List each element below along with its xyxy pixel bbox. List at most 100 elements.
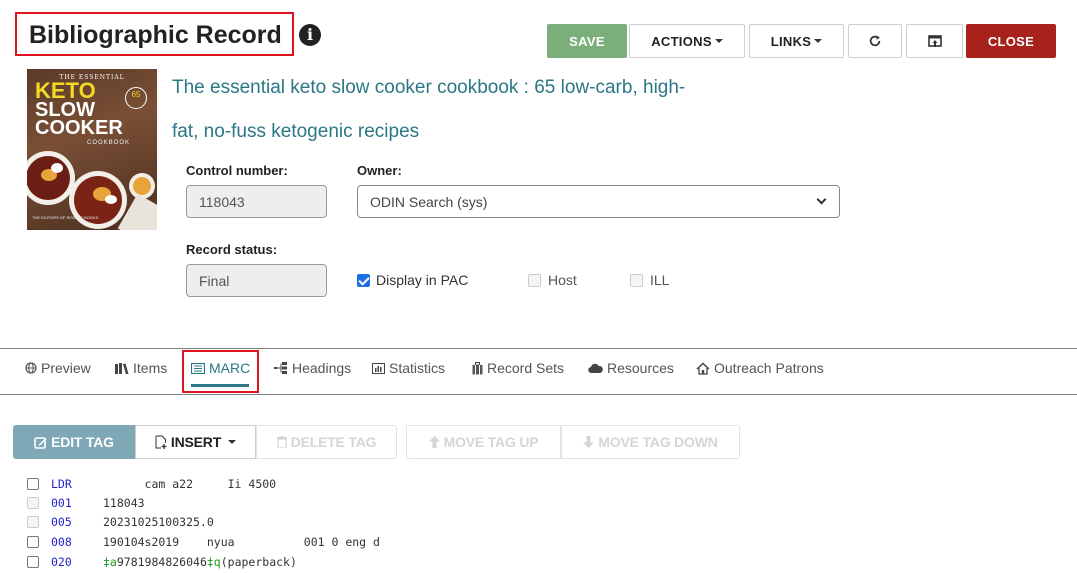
marc-tag: 020 [51, 554, 72, 569]
marc-value: 190104s2019 nyua 001 0 eng d [103, 534, 380, 549]
close-label: CLOSE [987, 33, 1035, 49]
marc-row-008: 008 190104s2019 nyua 001 0 eng d [27, 532, 380, 551]
save-button[interactable]: SAVE [547, 24, 627, 58]
subfield-code: ‡q [206, 554, 221, 569]
tab-label: Headings [292, 360, 352, 376]
book-cover-image: THE ESSENTIAL KETO SLOW COOKER COOKBOOK … [27, 69, 157, 230]
marc-row-checkbox[interactable] [27, 555, 39, 568]
edit-tag-label: EDIT TAG [51, 434, 114, 450]
briefcase-icon [472, 361, 483, 374]
arrow-up-icon [428, 436, 440, 448]
marc-tag: 001 [51, 495, 72, 510]
tab-label: Outreach Patrons [714, 360, 824, 376]
marc-value: 20231025100325.0 [103, 514, 214, 529]
book-title-line: The essential keto slow cooker cookbook … [172, 77, 686, 98]
bar-chart-icon [372, 362, 385, 374]
display-in-pac-label: Display in PAC [376, 272, 469, 288]
owner-selected-value: ODIN Search (sys) [370, 193, 488, 210]
tab-headings[interactable]: Headings [274, 360, 351, 376]
delete-tag-button[interactable]: DELETE TAG [256, 425, 397, 459]
move-tag-up-button[interactable]: MOVE TAG UP [406, 425, 561, 459]
tab-label: Preview [41, 360, 91, 376]
cloud-icon [588, 363, 603, 373]
home-icon [696, 361, 710, 375]
refresh-button[interactable] [848, 24, 902, 58]
edit-icon [34, 436, 47, 449]
file-add-icon [155, 435, 167, 449]
edit-tag-button[interactable]: EDIT TAG [13, 425, 135, 459]
tabbar-divider [0, 394, 1077, 395]
tab-statistics[interactable]: Statistics [372, 360, 445, 376]
marc-row-checkbox [27, 496, 39, 509]
tab-preview[interactable]: Preview [25, 360, 91, 376]
marc-row-020: 020 ‡a 9781984826046 ‡q (paperback) [27, 552, 297, 571]
page-title-text: Bibliographic Record [29, 21, 282, 49]
host-checkbox[interactable]: Host [528, 272, 577, 288]
marc-tag: LDR [51, 476, 72, 491]
checkbox-checked-icon[interactable] [357, 273, 370, 287]
marc-row-ldr: LDR cam a22 Ii 4500 [27, 474, 276, 493]
page-title: Bibliographic Record [15, 12, 294, 56]
marc-tag: 008 [51, 534, 72, 549]
display-in-pac-checkbox[interactable]: Display in PAC [357, 272, 468, 288]
books-icon [115, 362, 129, 374]
globe-icon [25, 362, 37, 374]
tab-resources[interactable]: Resources [588, 360, 674, 376]
cover-graphic [129, 173, 155, 199]
cover-badge: 65 [125, 87, 147, 109]
arrow-down-icon [583, 436, 595, 448]
insert-label: INSERT [170, 434, 222, 450]
close-button[interactable]: CLOSE [966, 24, 1056, 58]
checkbox-icon[interactable] [528, 273, 541, 287]
insert-button[interactable]: INSERT [135, 425, 256, 459]
actions-label: ACTIONS [651, 33, 712, 49]
control-number-label: Control number: [186, 163, 288, 178]
highlight-box [182, 350, 259, 393]
cover-text: KETO [35, 78, 96, 103]
open-in-new-window-button[interactable] [906, 24, 963, 58]
save-label: SAVE [569, 33, 605, 49]
tab-label: Statistics [389, 360, 446, 376]
chevron-down-icon [816, 194, 827, 205]
tab-label: Record Sets [487, 360, 565, 376]
tree-icon [274, 362, 287, 374]
owner-label: Owner: [357, 163, 402, 178]
links-button[interactable]: LINKS [749, 24, 844, 58]
book-title: The essential keto slow cooker cookbook … [172, 66, 732, 154]
actions-button[interactable]: ACTIONS [629, 24, 745, 58]
cover-graphic [51, 163, 63, 173]
marc-row-001: 001 118043 [27, 493, 145, 512]
checkbox-icon[interactable] [630, 273, 643, 287]
caret-down-icon [814, 39, 823, 43]
trash-icon [276, 436, 287, 448]
marc-value: cam a22 Ii 4500 [103, 476, 277, 491]
marc-row-checkbox[interactable] [27, 477, 39, 490]
cover-text: COOKER [35, 117, 123, 139]
subfield-value: 9781984826046 [116, 554, 207, 569]
move-tag-up-label: MOVE TAG UP [443, 434, 539, 450]
caret-down-icon [714, 39, 723, 43]
tab-outreach-patrons[interactable]: Outreach Patrons [696, 360, 824, 376]
record-status-label: Record status: [186, 242, 278, 257]
owner-select[interactable]: ODIN Search (sys) [357, 185, 840, 218]
marc-row-checkbox[interactable] [27, 535, 39, 548]
refresh-icon [869, 35, 881, 47]
tab-items[interactable]: Items [115, 360, 167, 376]
book-title-line: fat, no-fuss ketogenic recipes [172, 121, 420, 142]
marc-tag: 005 [51, 514, 72, 529]
links-label: LINKS [770, 33, 812, 49]
cover-text: THE EDITORS OF RODALE BOOKS [32, 215, 99, 220]
tab-label: Resources [607, 360, 674, 376]
cover-graphic [105, 195, 117, 204]
move-tag-down-button[interactable]: MOVE TAG DOWN [561, 425, 740, 459]
info-icon[interactable]: i [299, 24, 321, 46]
host-label: Host [548, 272, 577, 288]
ill-checkbox[interactable]: ILL [630, 272, 669, 288]
subfield-code: ‡a [103, 554, 117, 569]
ill-label: ILL [650, 272, 670, 288]
control-number-field: 118043 [186, 185, 327, 218]
marc-value: 118043 [103, 495, 145, 510]
move-tag-down-label: MOVE TAG DOWN [598, 434, 718, 450]
subfield-value: (paperback) [220, 554, 297, 569]
tab-record-sets[interactable]: Record Sets [472, 360, 564, 376]
